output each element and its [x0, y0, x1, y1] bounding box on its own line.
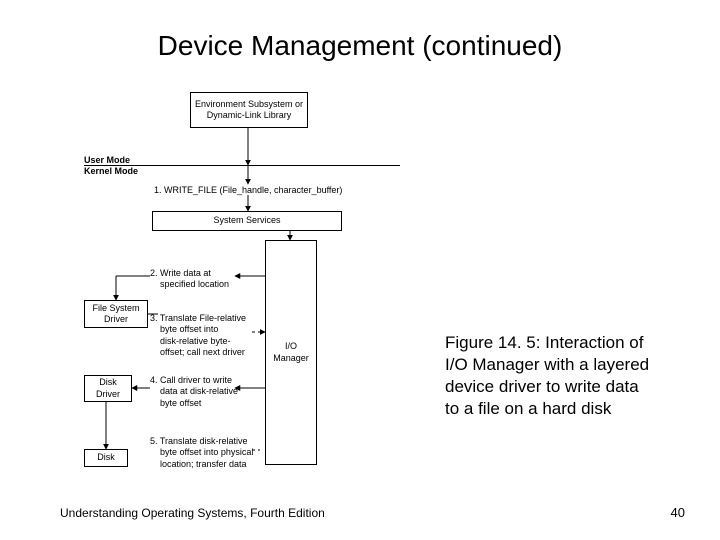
box-io-manager: I/O Manager: [265, 240, 317, 465]
figure-caption: Figure 14. 5: Interaction of I/O Manager…: [445, 332, 655, 420]
step-2: 2. Write data at specified location: [150, 268, 229, 291]
page-number: 40: [671, 505, 685, 520]
step-1: 1. WRITE_FILE (File_handle, character_bu…: [154, 185, 342, 196]
step-5: 5. Translate disk-relative byte offset i…: [150, 436, 253, 470]
step-4: 4. Call driver to write data at disk-rel…: [150, 375, 238, 409]
mode-divider: [84, 165, 400, 166]
label-kernel-mode: Kernel Mode: [84, 166, 138, 177]
box-disk: Disk: [84, 449, 128, 467]
arrows: [100, 92, 400, 482]
diagram: Environment Subsystem or Dynamic-Link Li…: [100, 92, 400, 482]
box-system-services: System Services: [152, 211, 342, 231]
box-env-subsystem: Environment Subsystem or Dynamic-Link Li…: [190, 92, 308, 128]
footer-text: Understanding Operating Systems, Fourth …: [60, 506, 325, 520]
step-3: 3. Translate File-relative byte offset i…: [150, 313, 246, 358]
page-title: Device Management (continued): [0, 30, 720, 62]
box-disk-driver: Disk Driver: [84, 375, 132, 402]
box-file-system-driver: File System Driver: [84, 300, 148, 328]
